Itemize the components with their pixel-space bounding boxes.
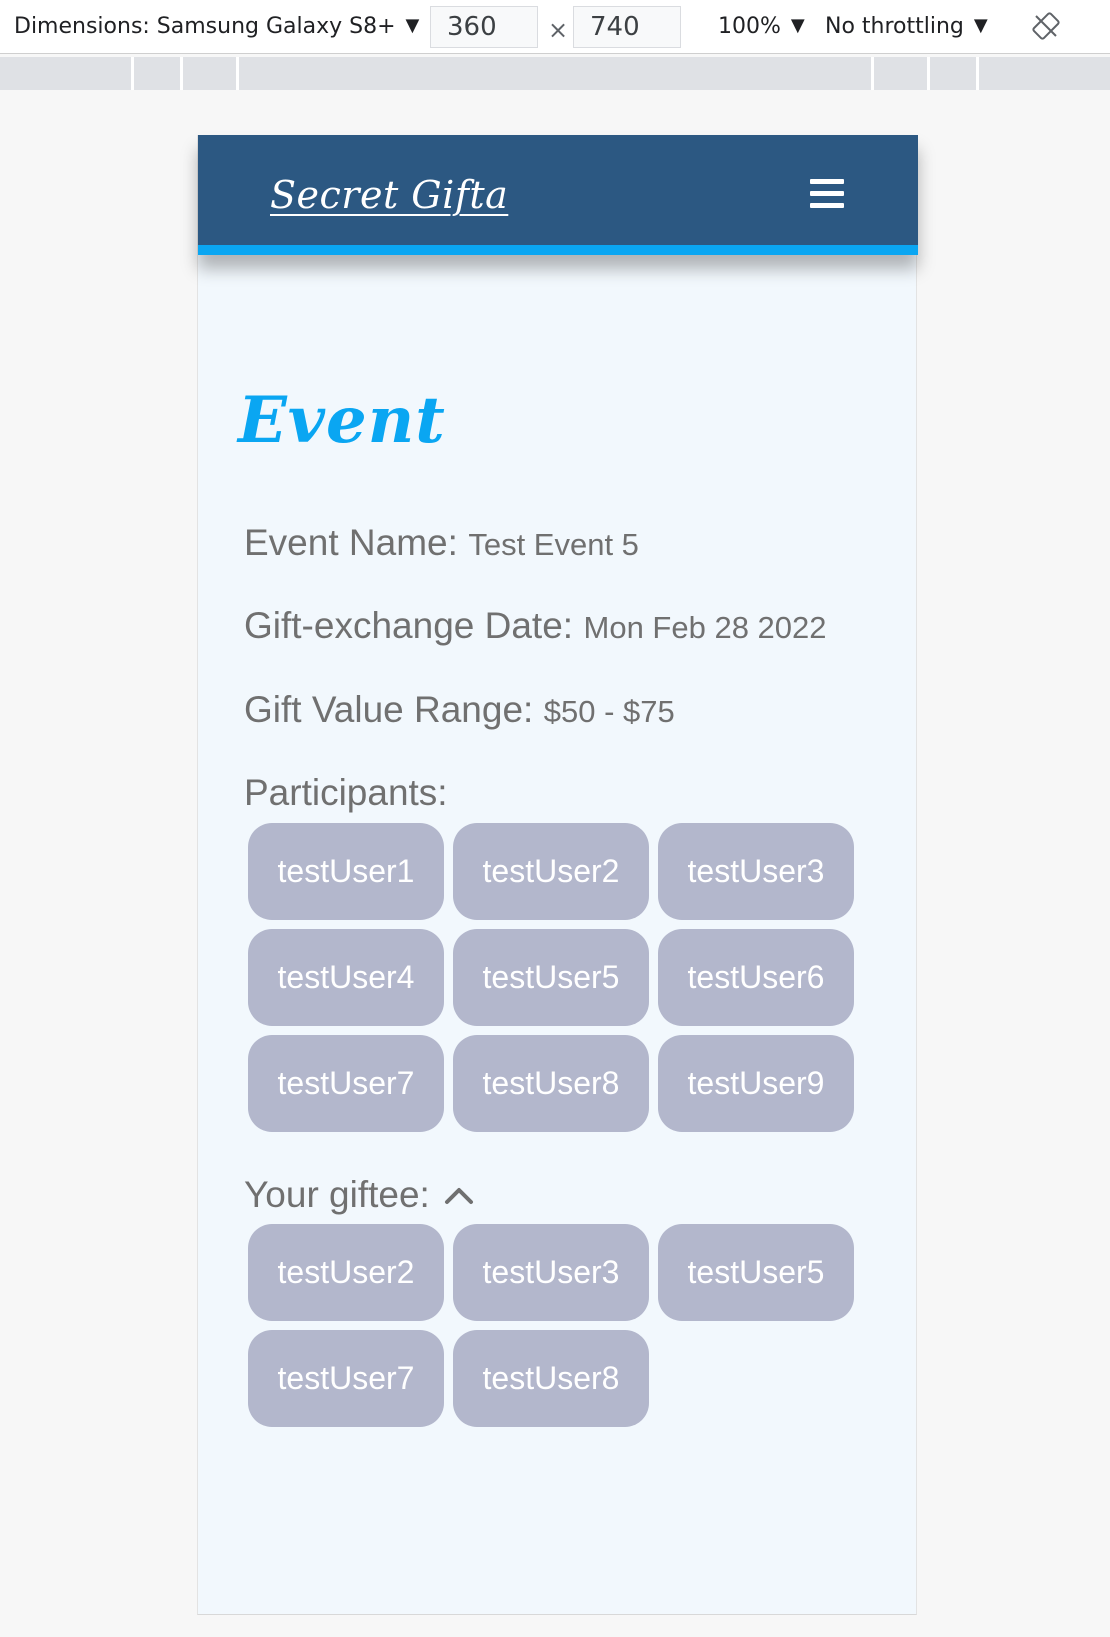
ruler-divider [131,57,134,90]
dimension-separator: × [548,16,569,44]
rotate-icon[interactable] [1030,10,1062,42]
participant-chip[interactable]: testUser7 [248,1035,444,1132]
giftee-section-header: Your giftee: [244,1174,474,1216]
zoom-select[interactable]: 100% ▼ [718,14,805,39]
height-input[interactable]: 740 [573,6,681,48]
gift-value-range-value: $50 - $75 [543,694,675,729]
giftee-label: Your giftee: [244,1174,430,1215]
event-name-field: Event Name: Test Event 5 [244,522,639,564]
participant-chip[interactable]: testUser6 [658,929,854,1026]
participant-chip[interactable]: testUser9 [658,1035,854,1132]
participant-chip[interactable]: testUser8 [453,1035,649,1132]
gift-exchange-date-label: Gift-exchange Date: [244,605,574,646]
dropdown-caret-icon: ▼ [405,15,420,36]
throttling-select[interactable]: No throttling ▼ [825,14,988,39]
chevron-up-icon[interactable] [444,1185,474,1205]
ruler-divider [236,57,239,90]
event-name-value: Test Event 5 [468,527,639,562]
device-select[interactable]: Dimensions: Samsung Galaxy S8+ ▼ [14,14,419,39]
giftee-chip[interactable]: testUser7 [248,1330,444,1427]
dropdown-caret-icon: ▼ [790,15,805,36]
giftee-chip[interactable]: testUser5 [658,1224,854,1321]
zoom-label: 100% [718,14,781,39]
device-label: Dimensions: Samsung Galaxy S8+ [14,14,396,39]
gift-exchange-date-field: Gift-exchange Date: Mon Feb 28 2022 [244,605,827,647]
participant-chip[interactable]: testUser5 [453,929,649,1026]
width-input[interactable]: 360 [430,6,538,48]
participants-label: Participants: [244,772,448,813]
giftee-chip[interactable]: testUser3 [453,1224,649,1321]
ruler-divider [976,57,979,90]
device-viewport: Secret Gifta Event Event Name: Test Even… [197,135,918,1615]
brand-logo-link[interactable]: Secret Gifta [270,173,508,217]
event-name-label: Event Name: [244,522,458,563]
giftee-chip[interactable]: testUser8 [453,1330,649,1427]
devtools-toolbar: Dimensions: Samsung Galaxy S8+ ▼ 360 × 74… [0,0,1110,54]
gift-exchange-date-value: Mon Feb 28 2022 [583,610,827,645]
navbar: Secret Gifta [198,135,918,255]
page-title: Event [238,383,446,458]
ruler-divider [927,57,930,90]
participant-chip[interactable]: testUser1 [248,823,444,920]
throttling-label: No throttling [825,14,964,39]
participant-chip[interactable]: testUser2 [453,823,649,920]
participants-list: testUser1 testUser2 testUser3 testUser4 … [248,823,860,1132]
media-query-bar [0,57,1110,90]
participant-chip[interactable]: testUser3 [658,823,854,920]
ruler-divider [180,57,183,90]
ruler-divider [871,57,874,90]
dropdown-caret-icon: ▼ [973,15,988,36]
gift-value-range-label: Gift Value Range: [244,689,534,730]
giftee-list: testUser2 testUser3 testUser5 testUser7 … [248,1224,860,1427]
giftee-chip[interactable]: testUser2 [248,1224,444,1321]
hamburger-menu-icon[interactable] [810,179,844,209]
participant-chip[interactable]: testUser4 [248,929,444,1026]
gift-value-range-field: Gift Value Range: $50 - $75 [244,689,675,731]
